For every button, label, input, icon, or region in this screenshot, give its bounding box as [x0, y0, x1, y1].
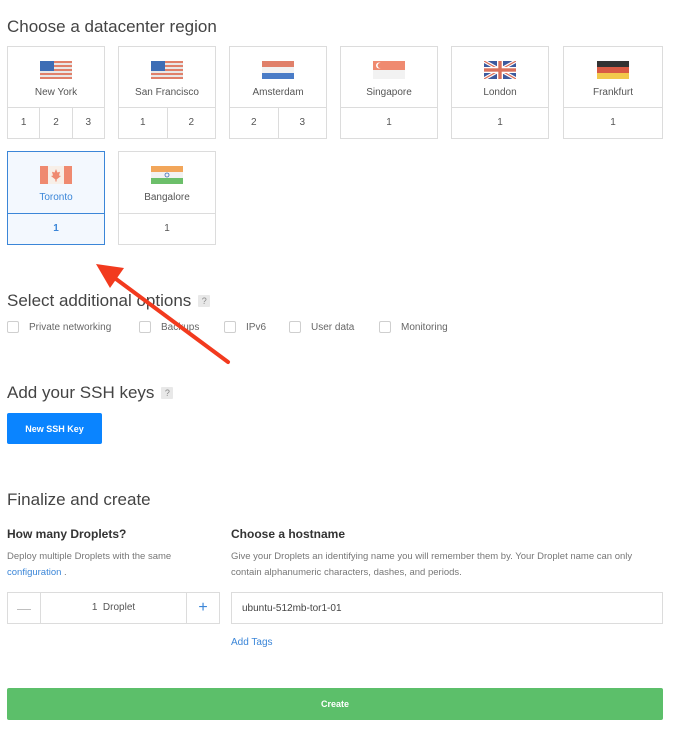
option-label: Private networking — [29, 321, 112, 333]
region-amsterdam[interactable]: Amsterdam 2 3 — [229, 46, 327, 139]
region-new-york[interactable]: New York 1 2 3 — [7, 46, 105, 139]
region-san-francisco[interactable]: San Francisco 1 2 — [118, 46, 216, 139]
option-ipv6[interactable]: IPv6 — [224, 321, 266, 333]
option-label: User data — [311, 321, 355, 333]
droplet-count: 1 Droplet — [91, 602, 136, 613]
uk-flag-icon — [484, 61, 516, 79]
option-user-data[interactable]: User data — [289, 321, 354, 333]
region-singapore[interactable]: Singapore 1 — [340, 46, 438, 139]
region-bangalore[interactable]: Bangalore 1 — [118, 151, 216, 245]
region-name: London — [483, 87, 517, 98]
region-number-option[interactable]: 1 — [563, 108, 663, 139]
region-name: Frankfurt — [592, 87, 633, 98]
new-ssh-key-button[interactable]: New SSH Key — [7, 413, 102, 444]
checkbox[interactable] — [289, 321, 301, 333]
option-label: Monitoring — [401, 321, 448, 333]
option-backups[interactable]: Backups — [139, 321, 199, 333]
increment-button[interactable]: + — [186, 593, 219, 623]
us-flag-icon — [40, 61, 72, 79]
droplet-quantity-stepper: — 1 Droplet + — [7, 592, 220, 624]
region-number-option[interactable]: 1 — [7, 214, 105, 245]
region-name: Amsterdam — [252, 87, 304, 98]
option-label: Backups — [161, 321, 200, 333]
region-toronto[interactable]: Toronto 1 — [7, 151, 105, 245]
region-number-option[interactable]: 3 — [277, 108, 327, 139]
region-number-option[interactable]: 2 — [39, 108, 72, 139]
us-flag-icon — [151, 61, 183, 79]
help-icon[interactable]: ? — [198, 295, 211, 307]
finalize-title: Finalize and create — [7, 490, 151, 509]
region-frankfurt[interactable]: Frankfurt 1 — [563, 46, 663, 139]
india-flag-icon — [151, 166, 183, 184]
region-name: New York — [34, 87, 78, 98]
checkbox[interactable] — [7, 321, 19, 333]
singapore-flag-icon — [373, 61, 405, 79]
decrement-button[interactable]: — — [8, 593, 41, 623]
region-number-option[interactable]: 1 — [340, 108, 438, 139]
netherlands-flag-icon — [262, 61, 294, 79]
region-number-option[interactable]: 3 — [71, 108, 105, 139]
options-title: Select additional options ? — [7, 291, 211, 311]
hostname-description: Give your Droplets an identifying name y… — [231, 551, 633, 578]
option-monitoring[interactable]: Monitoring — [379, 321, 448, 333]
region-number-option[interactable]: 2 — [229, 108, 278, 139]
region-name: Singapore — [366, 87, 412, 98]
germany-flag-icon — [597, 61, 629, 79]
region-number-option[interactable]: 1 — [7, 108, 40, 139]
canada-flag-icon — [40, 166, 72, 184]
datacenter-title: Choose a datacenter region — [7, 17, 217, 36]
region-name: Bangalore — [144, 192, 190, 203]
region-name: San Francisco — [135, 87, 199, 98]
add-tags-link[interactable]: Add Tags — [231, 637, 273, 648]
hostname-input[interactable] — [231, 592, 663, 624]
droplets-description: Deploy multiple Droplets with the same c… — [7, 551, 172, 578]
option-private-networking[interactable]: Private networking — [7, 321, 111, 333]
option-label: IPv6 — [246, 321, 267, 333]
region-name: Toronto — [39, 192, 73, 203]
region-number-option[interactable]: 2 — [166, 108, 216, 139]
checkbox[interactable] — [139, 321, 151, 333]
region-number-option[interactable]: 1 — [118, 214, 216, 245]
create-button[interactable]: Create — [7, 688, 663, 720]
configuration-link[interactable]: configuration — [7, 567, 61, 578]
checkbox[interactable] — [379, 321, 391, 333]
hostname-title: Choose a hostname — [231, 527, 346, 541]
checkbox[interactable] — [224, 321, 236, 333]
droplets-count-title: How many Droplets? — [7, 527, 127, 541]
ssh-title: Add your SSH keys ? — [7, 383, 174, 403]
region-london[interactable]: London 1 — [451, 46, 549, 139]
region-number-option[interactable]: 1 — [451, 108, 549, 139]
region-number-option[interactable]: 1 — [118, 108, 167, 139]
help-icon[interactable]: ? — [161, 387, 174, 399]
